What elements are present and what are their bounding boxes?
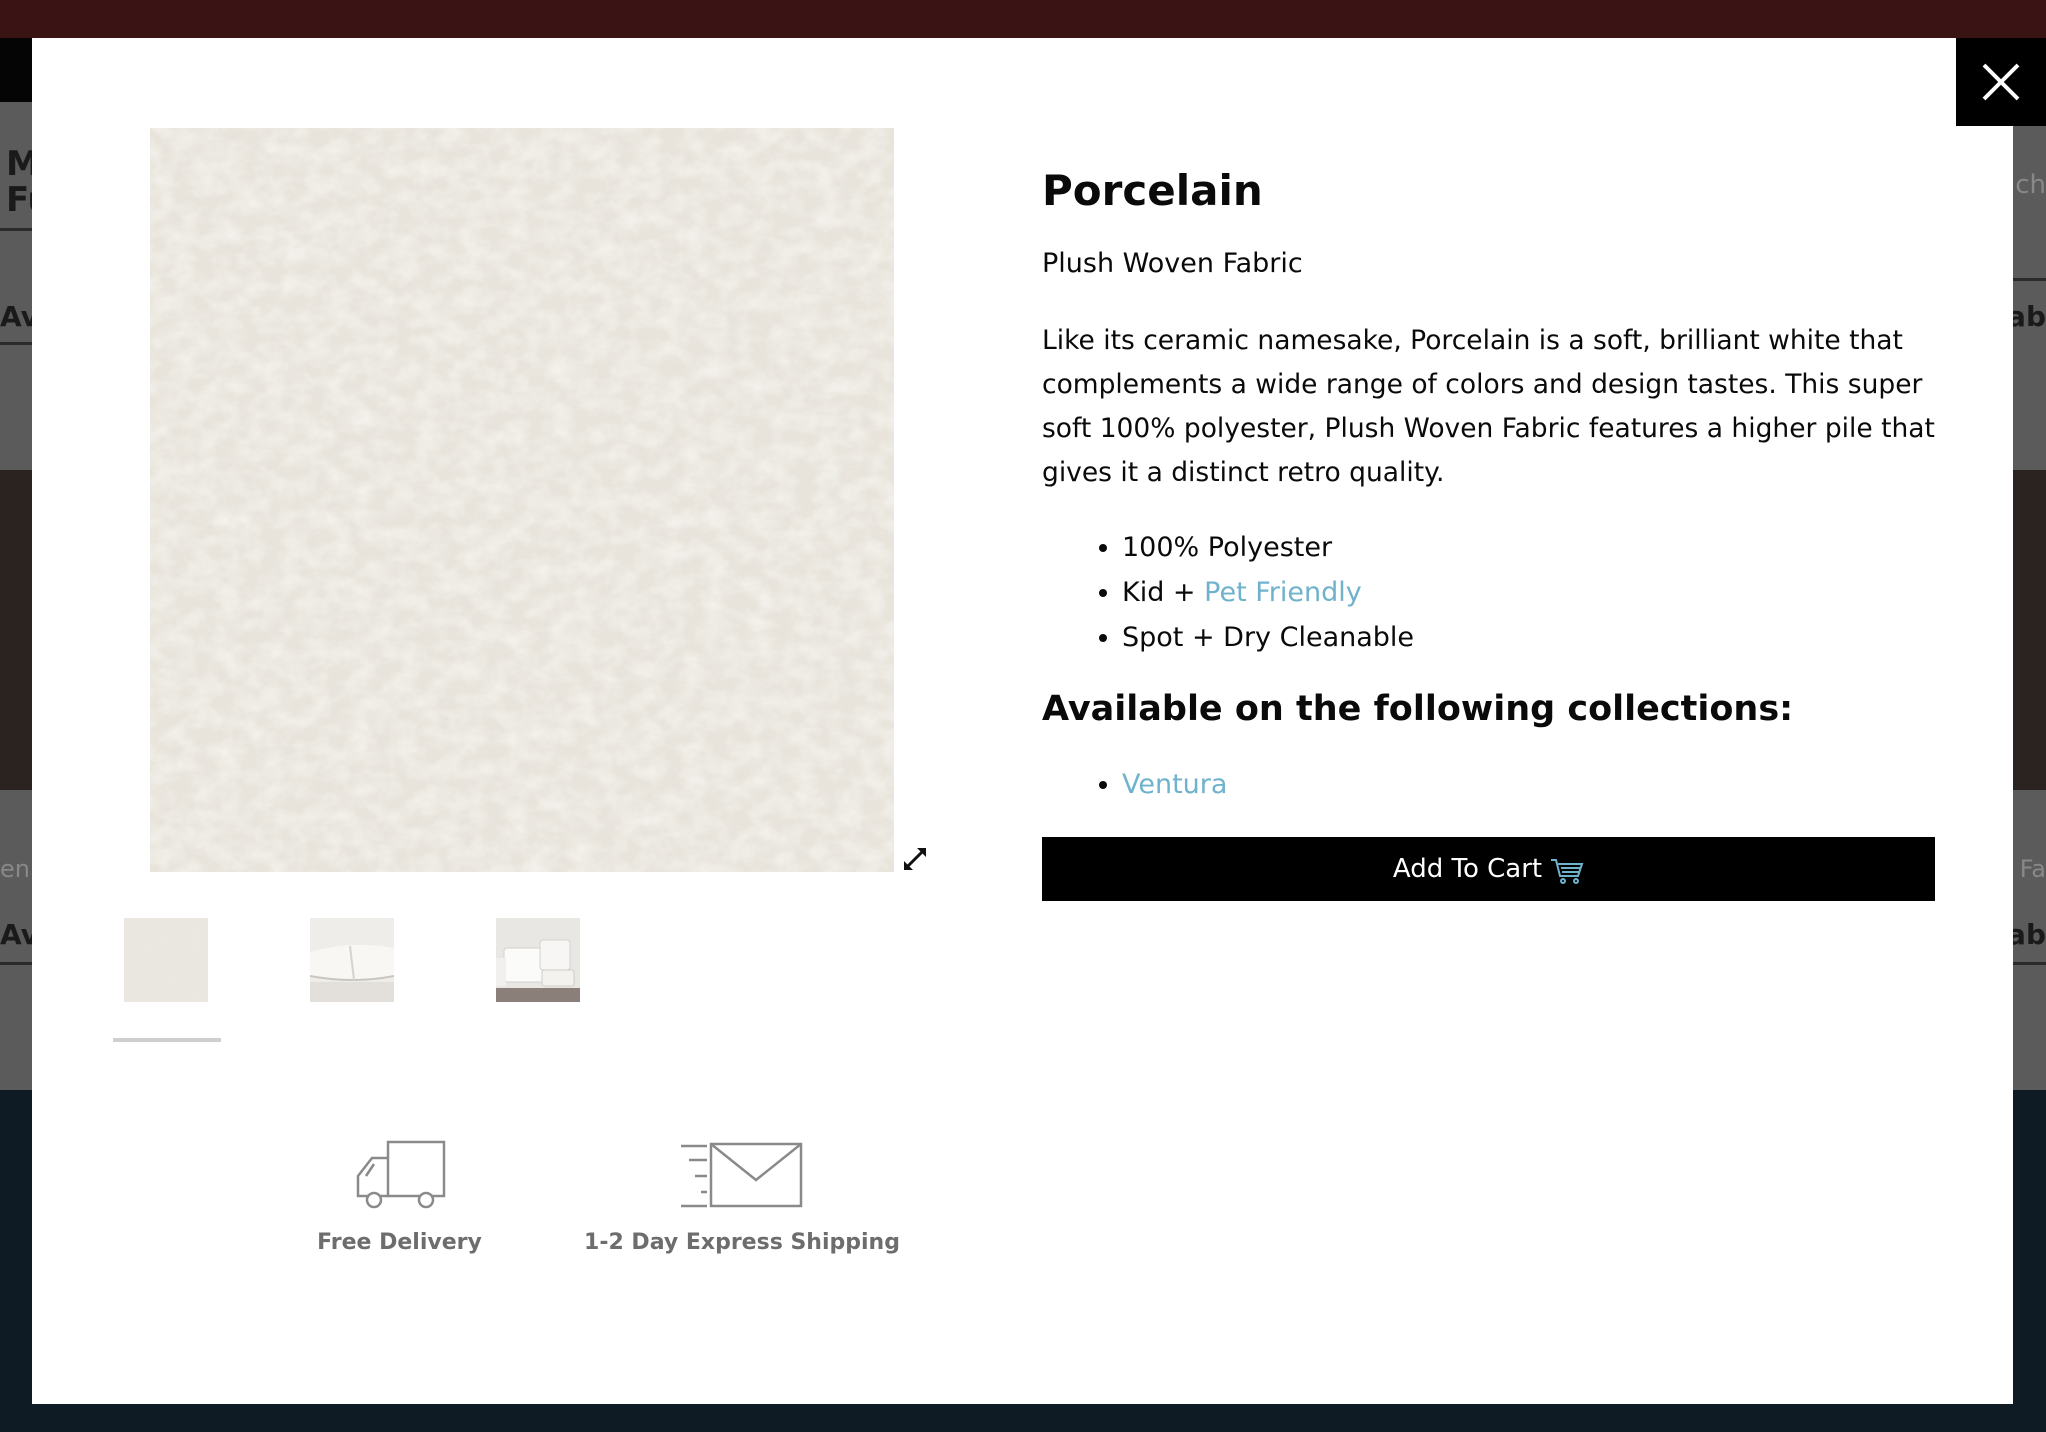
spec-care: Spot + Dry Cleanable: [1122, 622, 1415, 654]
spec-item: 100% Polyester: [1122, 525, 1937, 570]
background-text-fragment: en: [0, 855, 30, 883]
thumbnail-image: [124, 918, 208, 1002]
main-product-image[interactable]: [150, 128, 894, 872]
thumbnail-recliner-sofa[interactable]: [496, 918, 580, 1002]
expand-icon[interactable]: [900, 844, 930, 874]
spec-material: 100% Polyester: [1122, 532, 1333, 564]
add-to-cart-button[interactable]: Add To Cart: [1042, 837, 1935, 901]
background-top-banner: [0, 0, 2046, 38]
spec-friendly-prefix: Kid +: [1122, 577, 1205, 609]
add-to-cart-label: Add To Cart: [1392, 854, 1543, 884]
collections-heading: Available on the following collections:: [1042, 689, 1794, 730]
thumbnail-fabric-swatch[interactable]: [124, 918, 208, 1002]
thumbnail-image: [496, 918, 580, 1002]
product-info: Porcelain Plush Woven Fabric Like its ce…: [1042, 166, 1937, 807]
express-envelope-icon: [681, 1142, 803, 1208]
thumbnail-sofa-cushion[interactable]: [310, 918, 394, 1002]
collection-item: Ventura: [1122, 762, 1937, 807]
product-title: Porcelain: [1042, 166, 1263, 215]
background-text-fragment: Fa: [2019, 855, 2046, 883]
thumbnail-image: [310, 918, 394, 1002]
close-icon: [1982, 63, 2020, 101]
collection-link-ventura[interactable]: Ventura: [1122, 769, 1227, 800]
background-text-fragment: ch: [2015, 170, 2046, 200]
spec-item: Spot + Dry Cleanable: [1122, 615, 1937, 660]
fabric-swatch-image: [150, 128, 894, 872]
delivery-truck-icon: [356, 1140, 445, 1209]
feature-label: 1-2 Day Express Shipping: [584, 1230, 900, 1255]
product-specs: 100% Polyester Kid + Pet Friendly Spot +…: [1042, 525, 1937, 660]
thumbnail-active-indicator: [113, 1038, 221, 1042]
collections-list: Ventura: [1042, 762, 1937, 807]
product-description: Like its ceramic namesake, Porcelain is …: [1042, 325, 1935, 489]
pet-friendly-link[interactable]: Pet Friendly: [1204, 577, 1362, 608]
feature-label: Free Delivery: [317, 1230, 482, 1255]
fabric-detail-modal: Free Delivery 1-2 Day Express Shipping P…: [32, 38, 2046, 1404]
spec-item: Kid + Pet Friendly: [1122, 570, 1937, 615]
cart-icon: [1551, 859, 1584, 884]
feature-free-delivery: Free Delivery: [262, 1138, 537, 1255]
feature-express-shipping: 1-2 Day Express Shipping: [562, 1138, 922, 1255]
close-button[interactable]: [1956, 38, 2046, 126]
product-subtitle: Plush Woven Fabric: [1042, 248, 1303, 280]
